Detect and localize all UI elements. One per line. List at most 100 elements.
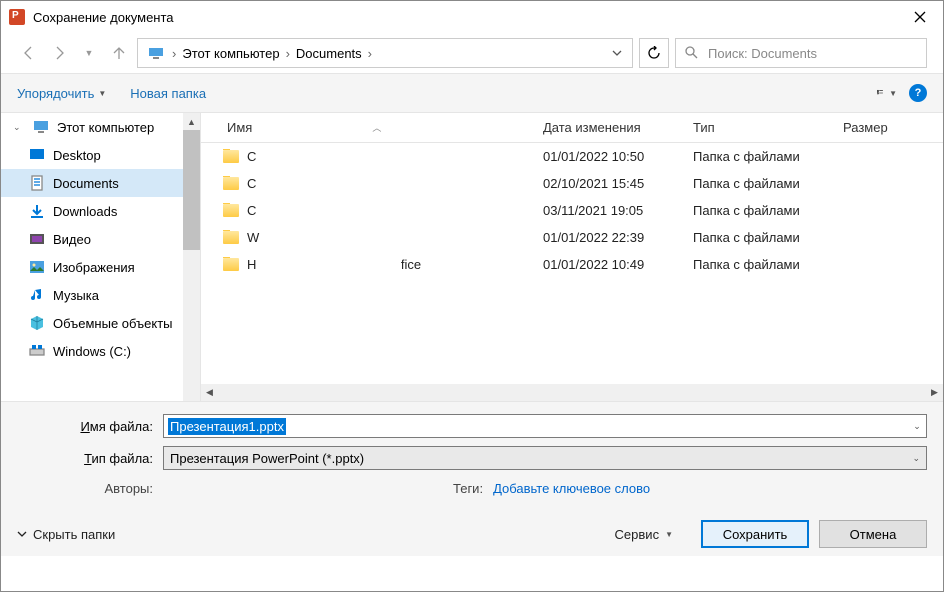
folder-icon <box>223 258 239 271</box>
chevron-right-icon[interactable]: › <box>366 46 374 61</box>
downloads-icon <box>29 203 45 219</box>
column-name[interactable]: Имя︿ <box>201 120 533 135</box>
breadcrumb-segment[interactable]: Этот компьютер <box>178 46 283 61</box>
chevron-down-icon[interactable]: ⌄ <box>912 453 920 464</box>
sidebar-item-downloads[interactable]: Downloads <box>1 197 184 225</box>
file-name: W <box>247 230 259 245</box>
powerpoint-icon <box>9 9 25 25</box>
folder-icon <box>223 231 239 244</box>
toolbar: Упорядочить▼ Новая папка ▼ ? <box>1 73 943 113</box>
file-date: 01/01/2022 10:50 <box>533 149 683 164</box>
file-date: 01/01/2022 10:49 <box>533 257 683 272</box>
sidebar-item-label: Windows (C:) <box>53 344 131 359</box>
folder-icon <box>223 204 239 217</box>
view-options-button[interactable]: ▼ <box>877 85 897 101</box>
new-folder-button[interactable]: Новая папка <box>130 86 206 101</box>
file-type: Папка с файлами <box>683 257 833 272</box>
sidebar-item-music[interactable]: Музыка <box>1 281 184 309</box>
sidebar-item-label: Музыка <box>53 288 99 303</box>
filetype-combo[interactable]: Презентация PowerPoint (*.pptx) ⌄ <box>163 446 927 470</box>
filename-value: Презентация1.pptx <box>168 418 286 435</box>
sidebar-item-drive[interactable]: Windows (C:) <box>1 337 184 365</box>
close-button[interactable] <box>897 1 943 33</box>
chevron-right-icon[interactable]: › <box>284 46 292 61</box>
sidebar-item-3d[interactable]: Объемные объекты <box>1 309 184 337</box>
breadcrumb-dropdown-icon[interactable] <box>612 46 628 61</box>
table-row[interactable]: C 01/01/2022 10:50 Папка с файлами <box>201 143 943 170</box>
column-headers: Имя︿ Дата изменения Тип Размер <box>201 113 943 143</box>
3d-icon <box>29 315 45 331</box>
table-row[interactable]: C 03/11/2021 19:05 Папка с файлами <box>201 197 943 224</box>
sidebar-item-video[interactable]: Видео <box>1 225 184 253</box>
help-button[interactable]: ? <box>909 84 927 102</box>
filetype-value: Презентация PowerPoint (*.pptx) <box>170 451 364 466</box>
cancel-button[interactable]: Отмена <box>819 520 927 548</box>
file-type: Папка с файлами <box>683 149 833 164</box>
file-date: 01/01/2022 22:39 <box>533 230 683 245</box>
folder-icon <box>223 177 239 190</box>
sort-indicator-icon: ︿ <box>372 121 381 134</box>
pictures-icon <box>29 259 45 275</box>
scrollbar-track[interactable] <box>218 384 926 401</box>
sidebar-item-label: Downloads <box>53 204 117 219</box>
sidebar-item-pictures[interactable]: Изображения <box>1 253 184 281</box>
nav-tree: ⌄ Этот компьютер Desktop Documents Downl… <box>1 113 201 401</box>
horizontal-scrollbar[interactable]: ◀ ▶ <box>201 384 943 401</box>
window-title: Сохранение документа <box>33 10 897 25</box>
tags-label: Теги: <box>453 481 483 496</box>
scroll-up-button[interactable]: ▲ <box>183 113 200 130</box>
authors-input[interactable] <box>173 478 333 498</box>
file-date: 02/10/2021 15:45 <box>533 176 683 191</box>
titlebar: Сохранение документа <box>1 1 943 33</box>
tools-button[interactable]: Сервис ▼ <box>615 527 673 542</box>
scroll-left-button[interactable]: ◀ <box>201 384 218 401</box>
scroll-right-button[interactable]: ▶ <box>926 384 943 401</box>
search-input[interactable]: Поиск: Documents <box>675 38 927 68</box>
file-name: C <box>247 176 256 191</box>
table-row[interactable]: W 01/01/2022 22:39 Папка с файлами <box>201 224 943 251</box>
table-row[interactable]: Н fice 01/01/2022 10:49 Папка с файлами <box>201 251 943 278</box>
file-type: Папка с файлами <box>683 230 833 245</box>
up-button[interactable] <box>107 41 131 65</box>
column-size[interactable]: Размер <box>833 120 913 135</box>
file-name: C <box>247 149 256 164</box>
file-list: Имя︿ Дата изменения Тип Размер C 01/01/2… <box>201 113 943 401</box>
chevron-right-icon[interactable]: › <box>170 46 178 61</box>
filetype-label: Тип файла: <box>17 451 163 466</box>
scrollbar-thumb[interactable] <box>183 130 200 250</box>
organize-button[interactable]: Упорядочить▼ <box>17 86 106 101</box>
sidebar-item-this-pc[interactable]: ⌄ Этот компьютер <box>1 113 184 141</box>
expand-icon[interactable]: ⌄ <box>13 122 25 133</box>
save-button[interactable]: Сохранить <box>701 520 809 548</box>
forward-button[interactable] <box>47 41 71 65</box>
desktop-icon <box>29 147 45 163</box>
table-row[interactable]: C 02/10/2021 15:45 Папка с файлами <box>201 170 943 197</box>
chevron-down-icon[interactable]: ⌄ <box>908 421 926 432</box>
filename-input[interactable]: Презентация1.pptx ⌄ <box>163 414 927 438</box>
file-name: Н fice <box>247 257 421 272</box>
search-icon <box>684 45 698 62</box>
documents-icon <box>29 175 45 191</box>
sidebar-item-documents[interactable]: Documents <box>1 169 184 197</box>
file-type: Папка с файлами <box>683 203 833 218</box>
drive-icon <box>29 343 45 359</box>
tags-input[interactable]: Добавьте ключевое слово <box>493 481 650 496</box>
sidebar-item-desktop[interactable]: Desktop <box>1 141 184 169</box>
recent-dropdown-icon[interactable]: ▼ <box>77 41 101 65</box>
sidebar-item-label: Desktop <box>53 148 101 163</box>
hide-folders-button[interactable]: Скрыть папки <box>17 527 115 542</box>
sidebar-item-label: Видео <box>53 232 91 247</box>
refresh-button[interactable] <box>639 38 669 68</box>
nav-row: ▼ › Этот компьютер › Documents › Поиск: … <box>1 33 943 73</box>
sidebar-item-label: Documents <box>53 176 119 191</box>
search-placeholder: Поиск: Documents <box>708 46 817 61</box>
file-type: Папка с файлами <box>683 176 833 191</box>
column-date[interactable]: Дата изменения <box>533 120 683 135</box>
breadcrumb-segment[interactable]: Documents <box>292 46 366 61</box>
pc-icon <box>33 119 49 135</box>
column-type[interactable]: Тип <box>683 120 833 135</box>
file-name: C <box>247 203 256 218</box>
file-date: 03/11/2021 19:05 <box>533 203 683 218</box>
back-button[interactable] <box>17 41 41 65</box>
breadcrumb[interactable]: › Этот компьютер › Documents › <box>137 38 633 68</box>
